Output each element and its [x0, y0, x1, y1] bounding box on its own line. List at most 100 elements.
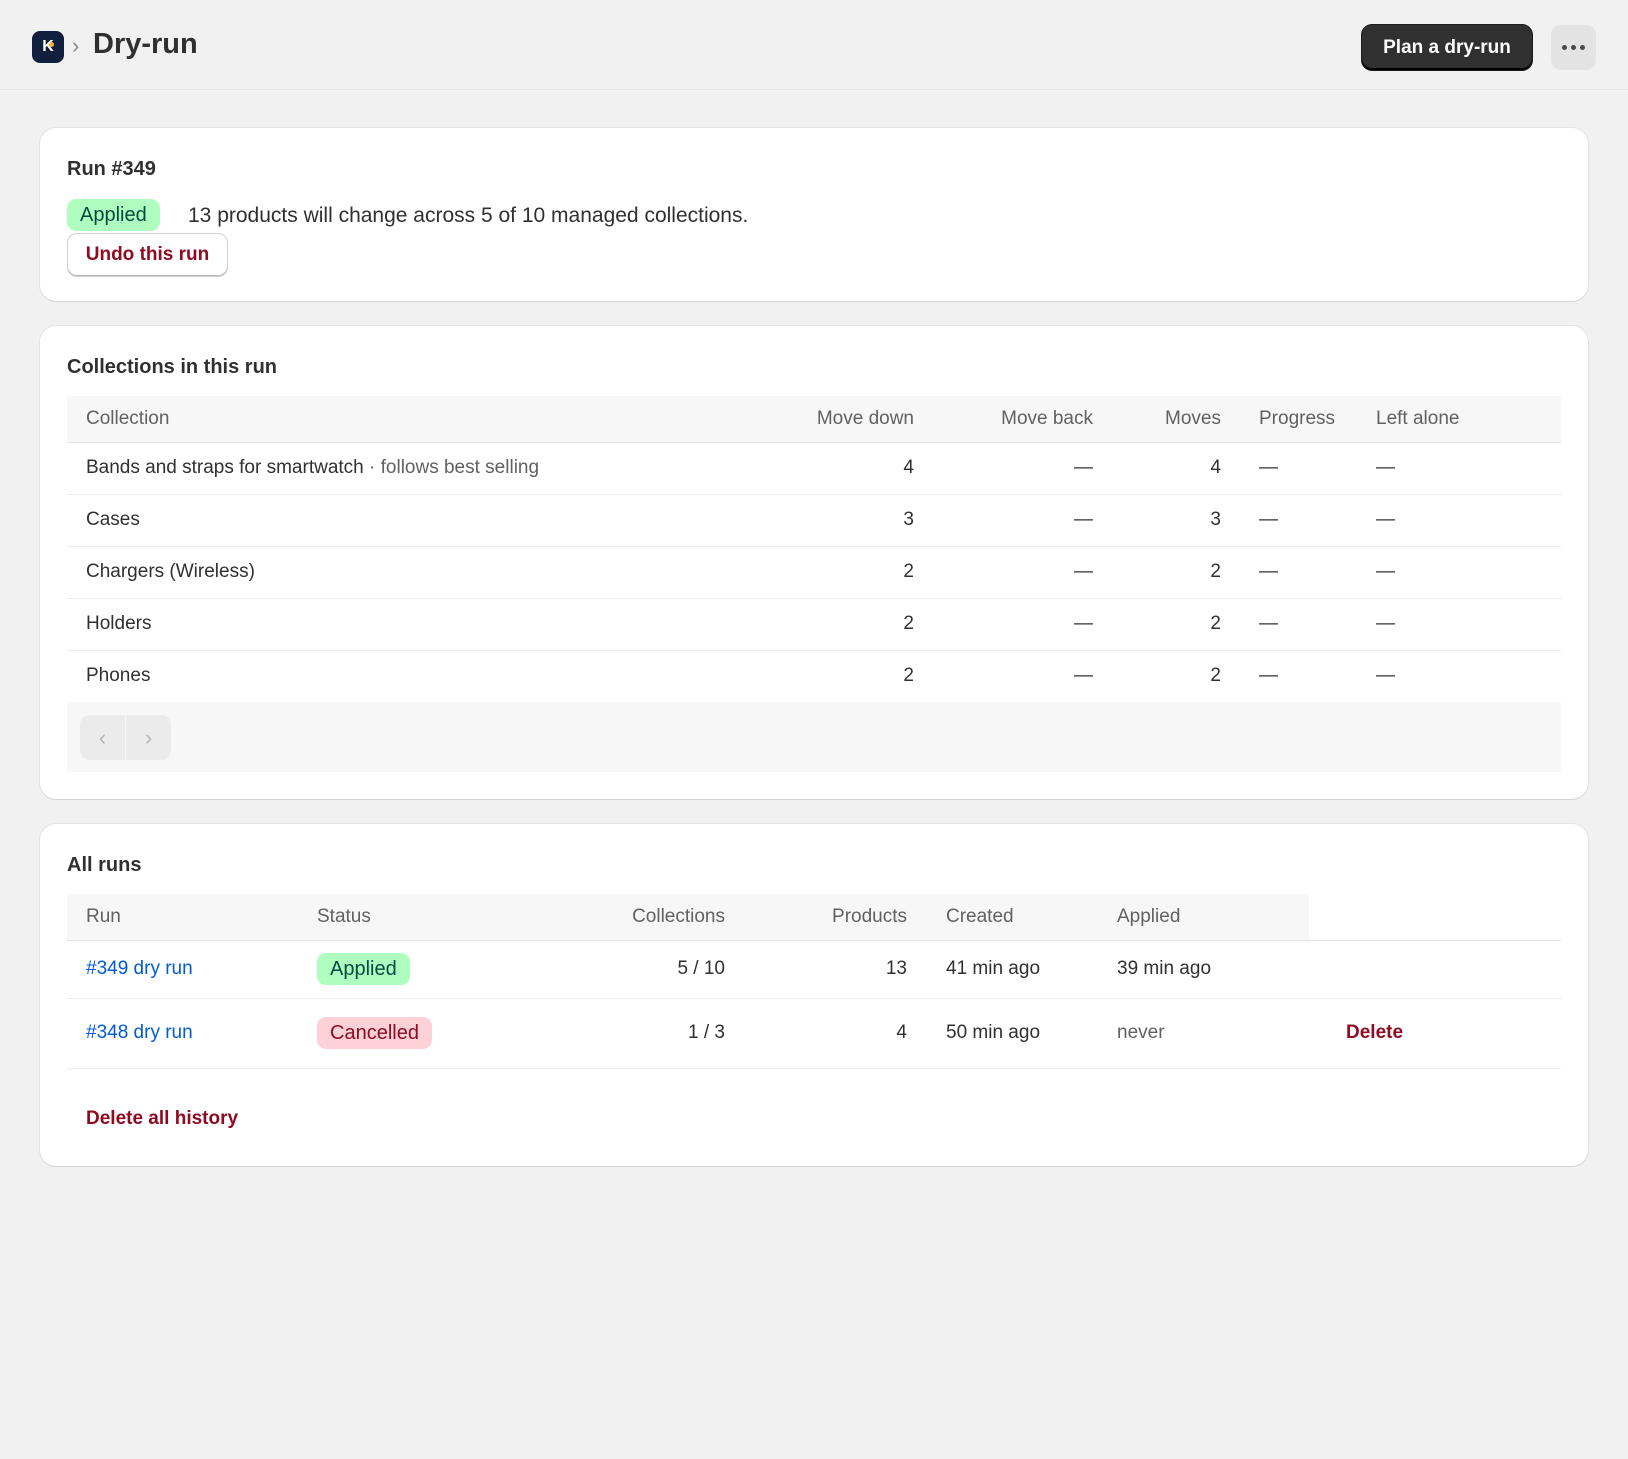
- collections-card: Collections in this run Collection Move …: [40, 326, 1588, 799]
- chevron-right-icon[interactable]: ›: [126, 715, 171, 760]
- table-header-row: Run Status Collections Products Created …: [67, 894, 1561, 941]
- move-back-cell: —: [914, 598, 1093, 651]
- move-back-cell: —: [914, 546, 1093, 599]
- column-header: Moves: [1093, 396, 1221, 443]
- move-down-cell: 4: [767, 442, 914, 495]
- table-header-row: Collection Move down Move back Moves Pro…: [67, 396, 1561, 443]
- column-header: Created: [907, 894, 1117, 941]
- all-runs-title: All runs: [67, 854, 142, 876]
- products-cell: 4: [725, 998, 907, 1069]
- collection-name: Holders: [86, 613, 152, 634]
- moves-cell: 4: [1093, 442, 1221, 495]
- chevron-left-icon[interactable]: ‹: [80, 715, 125, 760]
- moves-cell: 2: [1093, 650, 1221, 703]
- column-header: Collection: [67, 396, 767, 443]
- collection-name: Bands and straps for smartwatch: [86, 457, 364, 478]
- table-row: Bands and straps for smartwatch · follow…: [67, 442, 1561, 495]
- collection-name: Cases: [86, 509, 140, 530]
- move-down-cell: 3: [767, 494, 914, 547]
- run-link[interactable]: #348 dry run: [67, 998, 317, 1069]
- collections-title: Collections in this run: [67, 356, 278, 378]
- status-badge: Cancelled: [317, 1017, 432, 1049]
- collections-cell: 1 / 3: [547, 998, 725, 1069]
- moves-cell: 2: [1093, 546, 1221, 599]
- undo-run-button[interactable]: Undo this run: [67, 233, 228, 277]
- more-dot-icon: [1580, 45, 1585, 50]
- column-header: Run: [67, 894, 317, 941]
- left-alone-cell: —: [1376, 494, 1561, 547]
- more-dot-icon: [1562, 45, 1567, 50]
- left-alone-cell: —: [1376, 442, 1561, 495]
- progress-cell: —: [1221, 442, 1376, 495]
- move-down-cell: 2: [767, 546, 914, 599]
- move-back-cell: —: [914, 494, 1093, 547]
- moves-cell: 3: [1093, 494, 1221, 547]
- run-title: Run #349: [67, 158, 156, 180]
- column-header: Products: [725, 894, 907, 941]
- collections-cell: 5 / 10: [547, 940, 725, 999]
- collection-name-cell: Bands and straps for smartwatch · follow…: [67, 442, 767, 495]
- table-row: Phones 2—2— —: [67, 650, 1561, 703]
- move-down-cell: 2: [767, 598, 914, 651]
- collection-name-cell: Cases: [67, 494, 767, 547]
- collection-name-cell: Holders: [67, 598, 767, 651]
- status-badge: Applied: [67, 199, 160, 231]
- delete-run-link: [1309, 940, 1561, 999]
- runs-table: Run Status Collections Products Created …: [67, 894, 1561, 1069]
- move-back-cell: —: [914, 650, 1093, 703]
- created-cell: 50 min ago: [907, 998, 1117, 1069]
- status-cell: Cancelled: [317, 998, 547, 1069]
- pagination: ‹ ›: [67, 702, 1561, 772]
- progress-cell: —: [1221, 546, 1376, 599]
- all-runs-card: All runs Run Status Collections Products…: [40, 824, 1588, 1166]
- table-row: Chargers (Wireless) 2—2— —: [67, 546, 1561, 599]
- left-alone-cell: —: [1376, 546, 1561, 599]
- page-title: Dry-run: [93, 28, 198, 60]
- collection-name-cell: Chargers (Wireless): [67, 546, 767, 599]
- created-cell: 41 min ago: [907, 940, 1117, 999]
- app-logo[interactable]: K: [32, 31, 64, 63]
- applied-cell: 39 min ago: [1117, 940, 1309, 999]
- run-summary-text: 13 products will change across 5 of 10 m…: [188, 204, 749, 227]
- move-back-cell: —: [914, 442, 1093, 495]
- collections-table: Collection Move down Move back Moves Pro…: [67, 396, 1561, 703]
- table-row[interactable]: #348 dry run Cancelled 1 / 3 4 50 min ago nev…: [67, 998, 1561, 1069]
- left-alone-cell: —: [1376, 650, 1561, 703]
- column-header: Status: [317, 894, 547, 941]
- progress-cell: —: [1221, 598, 1376, 651]
- collection-name: Phones: [86, 665, 151, 686]
- status-badge: Applied: [317, 953, 410, 985]
- app-logo-letter: K: [42, 38, 54, 55]
- table-row[interactable]: #349 dry run Applied 5 / 10 13 41 min ago 39 …: [67, 940, 1561, 999]
- move-down-cell: 2: [767, 650, 914, 703]
- app-logo-dot: [49, 42, 54, 47]
- table-row: Cases 3—3— —: [67, 494, 1561, 547]
- applied-cell: never: [1117, 998, 1309, 1069]
- collection-sort-note: · follows best selling: [363, 457, 540, 478]
- collection-name-cell: Phones: [67, 650, 767, 703]
- more-dot-icon: [1571, 45, 1576, 50]
- delete-run-link[interactable]: Delete: [1309, 998, 1561, 1069]
- column-header: Progress: [1221, 396, 1376, 443]
- progress-cell: —: [1221, 494, 1376, 547]
- status-cell: Applied: [317, 940, 547, 999]
- moves-cell: 2: [1093, 598, 1221, 651]
- run-summary-card: Run #349 Applied 13 products will change…: [40, 128, 1588, 301]
- chevron-right-icon: ›: [72, 33, 80, 58]
- column-header: Collections: [547, 894, 725, 941]
- column-header: Left alone: [1376, 396, 1561, 443]
- top-bar: K › Dry-run Plan a dry-run: [0, 0, 1628, 90]
- table-row: Holders 2—2— —: [67, 598, 1561, 651]
- collection-name: Chargers (Wireless): [86, 561, 255, 582]
- products-cell: 13: [725, 940, 907, 999]
- run-link[interactable]: #349 dry run: [67, 940, 317, 999]
- more-actions-button[interactable]: [1551, 25, 1596, 70]
- column-header: Applied: [1117, 894, 1309, 941]
- left-alone-cell: —: [1376, 598, 1561, 651]
- progress-cell: —: [1221, 650, 1376, 703]
- delete-all-history-link[interactable]: Delete all history: [86, 1108, 238, 1130]
- column-header-actions: [1309, 894, 1561, 941]
- plan-dry-run-button[interactable]: Plan a dry-run: [1362, 25, 1532, 70]
- column-header: Move down: [767, 396, 914, 443]
- column-header: Move back: [914, 396, 1093, 443]
